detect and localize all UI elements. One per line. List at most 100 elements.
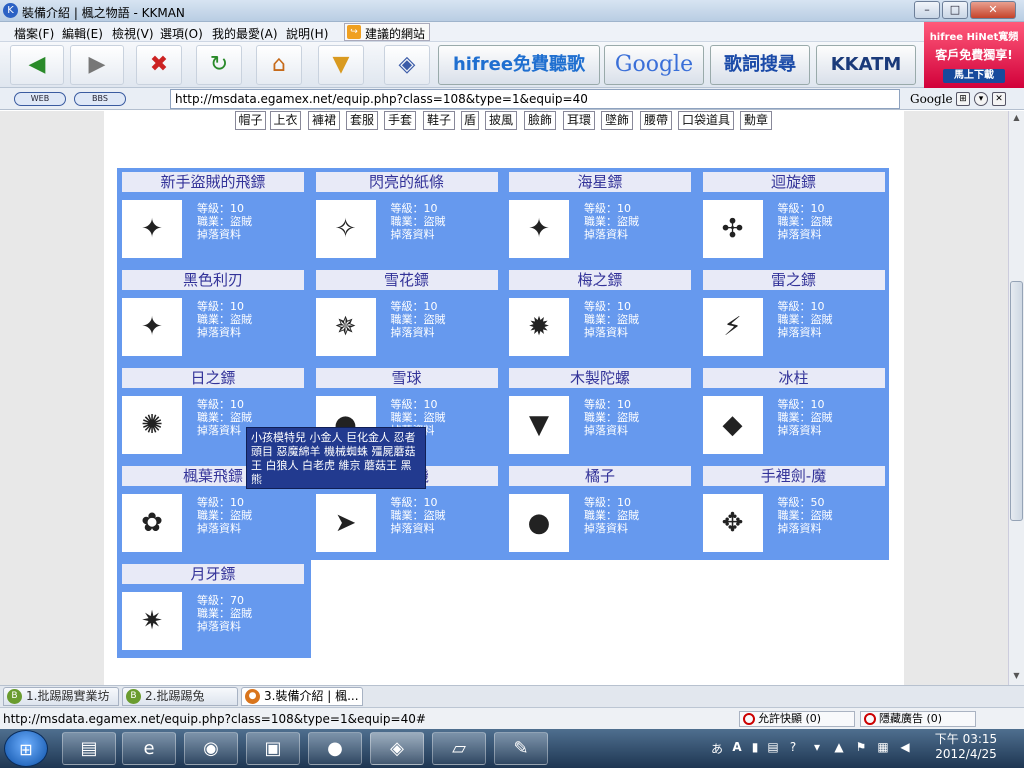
close-search-icon[interactable]: ✕ [992,92,1006,106]
category-face[interactable]: 臉飾 [524,111,556,130]
taskbar-maplestory[interactable]: ● [308,732,362,765]
clock[interactable]: 下午 03:15 2012/4/25 [934,732,998,762]
menu-options[interactable]: 選項(O) [160,25,203,42]
tab-ptt[interactable]: B 1.批踢踢實業坊 [3,687,119,706]
taskbar-chrome[interactable]: ◉ [184,732,238,765]
taskbar-monitor[interactable]: ▣ [246,732,300,765]
bbs-toggle[interactable]: BBS [74,92,126,106]
equipment-name[interactable]: 雷之鏢 [702,270,885,290]
category-medal[interactable]: 勳章 [740,111,772,130]
equipment-image[interactable]: ✷ [122,592,182,650]
category-overall[interactable]: 套服 [346,111,378,130]
download-button[interactable]: ▼ [318,45,364,85]
flag-icon[interactable]: ⚑ [854,740,868,754]
equipment-image[interactable]: ✿ [122,494,182,552]
scroll-thumb[interactable] [1010,281,1023,521]
back-button[interactable]: ◀ [10,45,64,85]
equipment-image[interactable]: ✦ [509,200,569,258]
help-icon[interactable]: ? [786,740,800,754]
equipment-image[interactable]: ✵ [315,298,376,356]
drop-info-link[interactable]: 掉落資料 [584,522,639,535]
category-shield[interactable]: 盾 [461,111,479,130]
equipment-image[interactable]: ✣ [702,200,763,258]
drop-info-link[interactable]: 掉落資料 [778,228,833,241]
category-hat[interactable]: 帽子 [235,111,266,130]
menu-view[interactable]: 檢視(V) [112,25,154,42]
drop-info-link[interactable]: 掉落資料 [391,522,446,535]
taskbar-ie[interactable]: e [122,732,176,765]
equipment-image[interactable]: ✹ [509,298,569,356]
drop-info-link[interactable]: 掉落資料 [197,620,252,633]
lyrics-search-banner[interactable]: 歌詞搜尋 [710,45,810,85]
suggested-sites-button[interactable]: ↪ 建議的網站 [344,23,430,41]
menu-edit[interactable]: 編輯(E) [62,25,103,42]
category-pendant[interactable]: 墜飾 [601,111,633,130]
ime-width-icon[interactable]: ▮ [748,740,762,754]
drop-info-link[interactable]: 掉落資料 [584,228,639,241]
hinet-ad[interactable]: hifree HiNet寬頻 客戶免費獨享! 馬上下載 [924,22,1024,88]
menu-file[interactable]: 檔案(F) [14,25,54,42]
network-icon[interactable]: ▦ [876,740,890,754]
home-button[interactable]: ⌂ [256,45,302,85]
category-earring[interactable]: 耳環 [563,111,595,130]
equipment-name[interactable]: 閃亮的紙條 [315,172,498,192]
url-input[interactable]: http://msdata.egamex.net/equip.php?class… [170,89,900,109]
google-banner[interactable]: Google [604,45,704,85]
equipment-name[interactable]: 梅之鏢 [509,270,691,290]
equipment-image[interactable]: ▼ [509,396,569,454]
show-hidden-icon[interactable]: ▲ [832,740,846,754]
equipment-name[interactable]: 迴旋鏢 [702,172,885,192]
minimize-button[interactable]: – [914,1,940,19]
ime-a-icon[interactable]: A [730,740,744,754]
drop-info-link[interactable]: 掉落資料 [197,522,252,535]
forward-button[interactable]: ▶ [70,45,124,85]
equipment-image[interactable]: ✦ [122,298,182,356]
hifree-banner[interactable]: hifree免費聽歌 [438,45,600,85]
equipment-name[interactable]: 雪球 [315,368,498,388]
scroll-down-icon[interactable]: ▼ [1011,671,1022,682]
start-button[interactable]: ⊞ [4,730,48,767]
ime-icon[interactable]: あ [710,740,724,756]
drop-info-link[interactable]: 掉落資料 [391,228,446,241]
equipment-image[interactable]: ⚡ [702,298,763,356]
equipment-image[interactable]: ✺ [122,396,182,454]
equipment-name[interactable]: 手裡劍-魔 [702,466,885,486]
stop-button[interactable]: ✖ [136,45,182,85]
category-shoes[interactable]: 鞋子 [423,111,455,130]
equipment-image[interactable]: ✦ [122,200,182,258]
menu-favorites[interactable]: 我的最愛(A) [212,25,278,42]
equipment-name[interactable]: 雪花鏢 [315,270,498,290]
equipment-name[interactable]: 黑色利刃 [122,270,304,290]
ime-keyboard-icon[interactable]: ▤ [766,740,780,754]
equipment-image[interactable]: ✥ [702,494,763,552]
popup-toggle[interactable]: 允許快顯 (0) [739,711,855,727]
drop-info-link[interactable]: 掉落資料 [778,424,833,437]
dropdown-icon[interactable]: ▾ [974,92,988,106]
ime-options-icon[interactable]: ▾ [810,740,824,754]
category-cape[interactable]: 披風 [485,111,517,130]
close-button[interactable]: ✕ [970,1,1016,19]
equipment-image[interactable]: ◆ [702,396,763,454]
drop-info-link[interactable]: 掉落資料 [584,424,639,437]
new-tab-icon[interactable]: ⊞ [956,92,970,106]
drop-info-link[interactable]: 掉落資料 [391,326,446,339]
web-toggle[interactable]: WEB [14,92,66,106]
equipment-name[interactable]: 新手盜賊的飛鏢 [122,172,304,192]
drop-info-link[interactable]: 掉落資料 [197,326,252,339]
vertical-scrollbar[interactable]: ▲ ▼ [1008,111,1024,685]
taskbar-explorer[interactable]: ▤ [62,732,116,765]
equipment-image[interactable]: ● [509,494,569,552]
category-gloves[interactable]: 手套 [384,111,416,130]
category-belt[interactable]: 腰帶 [640,111,672,130]
taskbar-kkman[interactable]: ◈ [370,732,424,765]
category-top[interactable]: 上衣 [270,111,301,130]
category-bottom[interactable]: 褲裙 [308,111,340,130]
scroll-up-icon[interactable]: ▲ [1011,113,1022,124]
equipment-name[interactable]: 日之鏢 [122,368,304,388]
maximize-button[interactable]: □ [942,1,968,19]
refresh-button[interactable]: ↻ [196,45,242,85]
volume-icon[interactable]: ◀ [898,740,912,754]
tab-ptt2[interactable]: B 2.批踢踢兔 [122,687,238,706]
equipment-image[interactable]: ✧ [315,200,376,258]
drop-info-link[interactable]: 掉落資料 [197,424,252,437]
